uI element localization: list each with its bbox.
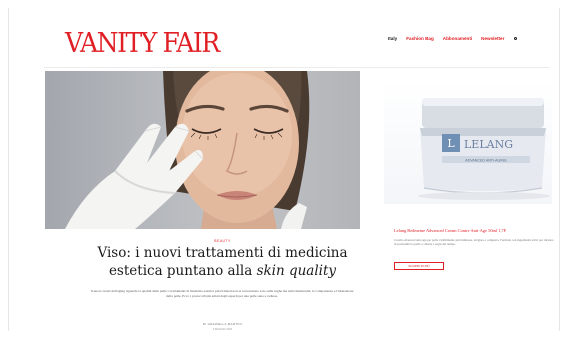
headline-italic: skin quality: [256, 263, 337, 279]
cream-jar-illustration: L LELANG ADVANCED ANTI-AGING: [418, 98, 550, 200]
headline-line-1: Viso: i nuovi trattamenti di medicina: [97, 245, 348, 261]
jar-initial: L: [447, 137, 455, 150]
nav-item-abbonamenti[interactable]: Abbonamenti: [443, 36, 472, 41]
article-standfirst: Il nuovo trend dell'aging riguarda la qu…: [90, 289, 354, 298]
header-divider: [44, 67, 550, 68]
ad-product-image[interactable]: L LELANG ADVANCED ANTI-AGING: [384, 80, 552, 204]
nav-item-newsletter[interactable]: Newsletter: [481, 36, 504, 41]
nav-item-fashion-bag[interactable]: Fashion Bag: [406, 36, 434, 41]
hero-illustration: [65, 71, 310, 229]
nav-item-italy[interactable]: Italy: [388, 36, 397, 41]
ad-cta-button[interactable]: SCOPRI DI PIÙ: [394, 262, 444, 270]
ad-title[interactable]: Lelang Redmeine Advanced Cream Contre An…: [394, 228, 554, 233]
article-date: 3 MAGGIO 2023: [212, 328, 233, 331]
ad-description: Cream advanced anti-age per pelle visibi…: [394, 238, 554, 247]
search-icon[interactable]: [513, 36, 518, 41]
jar-brand: LELANG: [464, 138, 513, 151]
hero-image[interactable]: [45, 71, 360, 229]
article-headline[interactable]: Viso: i nuovi trattamenti di medicina es…: [45, 244, 400, 280]
article-byline: DI GRAZIELLA MARTINI: [202, 322, 243, 326]
article-category[interactable]: BEAUTY: [45, 239, 400, 243]
site-logo[interactable]: VANITY FAIR: [65, 27, 220, 58]
top-nav: Italy Fashion Bag Abbonamenti Newsletter: [388, 36, 518, 41]
headline-line-2: estetica puntano alla: [108, 263, 257, 279]
jar-sublabel: ADVANCED ANTI-AGING: [465, 159, 507, 163]
